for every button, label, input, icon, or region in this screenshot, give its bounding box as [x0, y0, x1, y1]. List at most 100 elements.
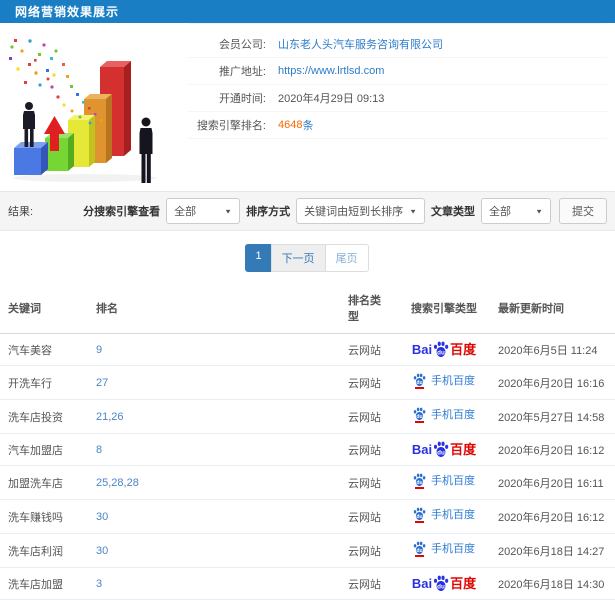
chevron-down-icon: ▼: [409, 207, 417, 215]
rank-type-cell: 云网站: [340, 333, 398, 366]
engine-cell: du 手机百度: [398, 499, 490, 534]
page-1-button[interactable]: 1: [245, 244, 272, 272]
column-header-3: 排名类型: [340, 283, 398, 334]
keyword-cell: 洗车店利润: [0, 533, 88, 568]
info-field-suffix: 条: [302, 120, 314, 132]
pagination: 1 下一页 尾页: [0, 244, 615, 272]
article-type-select[interactable]: 全部 ▼: [481, 198, 551, 224]
page-title: 网络营销效果展示: [15, 5, 120, 19]
rank-cell[interactable]: 30: [88, 533, 340, 568]
rank-cell[interactable]: 9: [88, 333, 340, 366]
table-row: 洗车店投资 21,26 云网站 du 手机百度 2020年5月27日 14:58: [0, 399, 615, 434]
updated-time-cell: 2020年6月18日 14:27: [490, 533, 615, 568]
info-field-label: 开通时间:: [218, 93, 266, 105]
baidu-pc-logo: Bai du 百度: [411, 341, 477, 358]
rank-cell[interactable]: 3: [88, 567, 340, 600]
svg-text:du: du: [416, 514, 422, 520]
article-type-label: 文章类型: [431, 206, 475, 218]
filter-bar: 结果: 分搜索引擎查看 全部 ▼ 排序方式 关键词由短到长排序 ▼ 文章类型 全…: [0, 191, 615, 231]
next-page-button[interactable]: 下一页: [270, 244, 326, 272]
chevron-down-icon: ▼: [224, 207, 233, 215]
sort-select-value: 关键词由短到长排序: [304, 206, 404, 218]
keyword-cell: 汽车加盟店: [0, 433, 88, 466]
engine-cell: du 手机百度: [398, 399, 490, 434]
engine-cell: du 手机百度: [398, 465, 490, 500]
svg-text:du: du: [416, 548, 422, 554]
rank-type-cell: 云网站: [340, 399, 398, 434]
sort-select[interactable]: 关键词由短到长排序 ▼: [296, 198, 425, 224]
baidu-paw-icon: du: [432, 441, 449, 458]
green-bar: [45, 133, 74, 171]
engine-cell: du 手机百度: [398, 533, 490, 568]
rank-type-cell: 云网站: [340, 433, 398, 466]
column-header-1: 关键词: [0, 283, 88, 334]
table-row: 洗车赚钱吗 30 云网站 du 手机百度 2020年6月20日 16:12: [0, 499, 615, 534]
info-field-value[interactable]: 山东老人头汽车服务咨询有限公司: [278, 36, 443, 52]
page-header: 网络营销效果展示: [0, 0, 615, 23]
info-field-label: 推广地址:: [218, 66, 266, 78]
last-page-button[interactable]: 尾页: [324, 244, 369, 272]
svg-text:du: du: [416, 380, 422, 386]
info-field-value[interactable]: https://www.lrtlsd.com: [278, 65, 384, 77]
baidu-paw-icon: du: [413, 507, 426, 523]
keyword-ranking-table: 关键词 排名 排名类型 搜索引擎类型 最新更新时间 汽车美容 9 云网站 Bai du 百度 202…: [0, 283, 615, 600]
rank-type-cell: 云网站: [340, 365, 398, 400]
baidu-pc-logo: Bai du 百度: [411, 575, 477, 592]
keyword-cell: 洗车店投资: [0, 399, 88, 434]
updated-time-cell: 2020年6月18日 14:30: [490, 567, 615, 600]
table-row: 汽车加盟店 8 云网站 Bai du 百度 2020年6月20日 16:12: [0, 433, 615, 466]
updated-time-cell: 2020年6月20日 16:12: [490, 433, 615, 466]
baidu-mobile-logo: du 手机百度: [413, 373, 475, 389]
engine-select[interactable]: 全部 ▼: [166, 198, 241, 224]
rank-type-cell: 云网站: [340, 499, 398, 534]
keyword-cell: 加盟洗车店: [0, 465, 88, 500]
rank-cell[interactable]: 21,26: [88, 399, 340, 434]
baidu-mobile-logo: du 手机百度: [413, 507, 475, 523]
rank-cell[interactable]: 8: [88, 433, 340, 466]
page: 网络营销效果展示 会员公司: 山东老人头汽车服务咨询有限公司 推广地址: htt…: [0, 0, 615, 600]
svg-text:du: du: [416, 414, 422, 420]
rank-cell[interactable]: 25,28,28: [88, 465, 340, 500]
submit-button[interactable]: 提交: [559, 198, 607, 224]
info-field-row: 开通时间: 2020年4月29日 09:13: [188, 85, 607, 112]
updated-time-cell: 2020年6月20日 16:11: [490, 465, 615, 500]
baidu-paw-icon: du: [413, 473, 426, 489]
info-field-row: 会员公司: 山东老人头汽车服务咨询有限公司: [188, 31, 607, 58]
updated-time-cell: 2020年5月27日 14:58: [490, 399, 615, 434]
baidu-paw-icon: du: [413, 541, 426, 557]
info-field-row: 推广地址: https://www.lrtlsd.com: [188, 58, 607, 85]
info-field-label: 搜索引擎排名:: [196, 120, 266, 132]
rank-cell[interactable]: 27: [88, 365, 340, 400]
column-header-5: 最新更新时间: [490, 283, 615, 334]
svg-text:du: du: [437, 450, 445, 457]
engine-cell: du 手机百度: [398, 365, 490, 400]
updated-time-cell: 2020年6月20日 16:16: [490, 365, 615, 400]
bar-chart-image: [9, 39, 157, 183]
rank-type-cell: 云网站: [340, 533, 398, 568]
engine-select-value: 全部: [174, 206, 197, 218]
info-fields: 会员公司: 山东老人头汽车服务咨询有限公司推广地址: https://www.lrt…: [188, 23, 607, 191]
article-type-select-value: 全部: [489, 206, 511, 218]
info-field-value: 2020年4月29日 09:13: [278, 93, 385, 105]
rank-cell[interactable]: 30: [88, 499, 340, 534]
baidu-pc-logo: Bai du 百度: [411, 441, 477, 458]
updated-time-cell: 2020年6月20日 16:12: [490, 499, 615, 534]
sort-label: 排序方式: [246, 206, 291, 218]
growth-chart-illustration: [0, 23, 178, 185]
svg-text:du: du: [416, 480, 422, 486]
results-label: 结果:: [8, 206, 34, 218]
rank-type-cell: 云网站: [340, 567, 398, 600]
filter-controls: 分搜索引擎查看 全部 ▼ 排序方式 关键词由短到长排序 ▼ 文章类型 全部 ▼ …: [77, 198, 607, 224]
info-section: 会员公司: 山东老人头汽车服务咨询有限公司推广地址: https://www.lrt…: [0, 23, 615, 191]
baidu-mobile-logo: du 手机百度: [413, 473, 475, 489]
baidu-paw-icon: du: [413, 407, 426, 423]
column-header-2: 排名: [88, 283, 340, 334]
table-row: 洗车店利润 30 云网站 du 手机百度 2020年6月18日 14:27: [0, 533, 615, 568]
keyword-cell: 汽车美容: [0, 333, 88, 366]
baidu-mobile-logo: du 手机百度: [413, 541, 475, 557]
table-row: 开洗车行 27 云网站 du 手机百度 2020年6月20日 16:16: [0, 365, 615, 400]
baidu-mobile-logo: du 手机百度: [413, 407, 475, 423]
table-row: 加盟洗车店 25,28,28 云网站 du 手机百度 2020年6月20日 16:11: [0, 465, 615, 500]
table-row: 洗车店加盟 3 云网站 Bai du 百度 2020年6月18日 14:30: [0, 567, 615, 600]
baidu-paw-icon: du: [413, 373, 426, 389]
